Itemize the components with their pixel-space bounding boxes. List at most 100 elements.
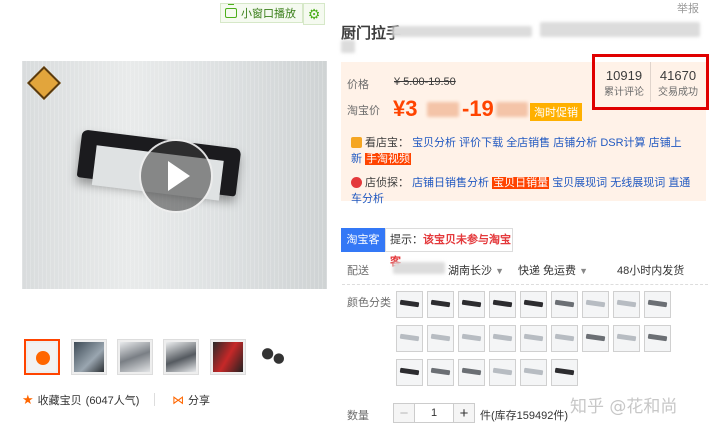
divider (154, 393, 155, 406)
sku-option[interactable] (582, 291, 609, 318)
tv-icon (225, 4, 237, 18)
taoke-tip: 提示：该宝贝未参与淘宝客 (385, 228, 513, 268)
tool-link[interactable]: 宝贝分析 (412, 137, 456, 149)
sku-option[interactable] (644, 291, 671, 318)
tool-link[interactable]: 店铺分析 (553, 137, 597, 149)
seller-tools-row: 看店宝： 宝贝分析 评价下载 全店销售 店铺分析 DSR计算 店铺上新 手淘视频 (351, 135, 691, 167)
sku-option[interactable] (644, 325, 671, 352)
video-tag[interactable]: 手淘视频 (365, 153, 412, 165)
price-label: 价格 (347, 79, 369, 91)
chevron-down-icon: ▼ (579, 266, 589, 276)
sku-option[interactable] (551, 325, 578, 352)
daily-sales-link[interactable]: 宝贝日销量 (492, 177, 550, 189)
sales-label: 交易成功 (658, 87, 698, 98)
thumbnail-video[interactable] (24, 339, 60, 375)
sku-option[interactable] (613, 291, 640, 318)
shop-tool-icon (351, 137, 362, 148)
quantity-stepper: − 1 + (393, 403, 475, 423)
divider (342, 284, 708, 286)
stat-divider (650, 62, 651, 102)
thumbnail-6[interactable] (256, 339, 292, 375)
sku-option[interactable] (520, 291, 547, 318)
increment-button[interactable]: + (453, 403, 475, 423)
sku-option[interactable] (582, 325, 609, 352)
sku-option[interactable] (551, 359, 578, 386)
sku-option[interactable] (489, 359, 516, 386)
favorite-label: 收藏宝贝 (37, 395, 82, 407)
sku-option[interactable] (489, 325, 516, 352)
tb-price-left: ¥3 (393, 96, 418, 121)
tool-link[interactable]: 无线展现词 (610, 177, 665, 189)
delivery-location[interactable]: 湖南长沙 ▼ (448, 262, 504, 278)
price-redacted (427, 102, 459, 117)
shop-detective-row: 店侦探： 店铺日销售分析 宝贝日销量 宝贝展现词 无线展现词 直通车分析 (351, 175, 691, 207)
ship-time: 48小时内发货 (617, 265, 685, 277)
product-video[interactable] (22, 61, 327, 289)
detective-prefix: 店侦探： (365, 177, 409, 189)
decrement-button[interactable]: − (393, 403, 415, 423)
sku-label: 颜色分类 (347, 297, 391, 309)
title-redacted (392, 26, 532, 37)
reviews-count: 10919 (605, 68, 643, 83)
sales-count: 41670 (659, 68, 697, 83)
share-label: 分享 (188, 395, 210, 407)
express-text: 快递 免运费 (518, 265, 577, 277)
settings-button[interactable]: ⚙ (303, 3, 325, 25)
sku-option[interactable] (396, 359, 423, 386)
sku-option[interactable] (458, 325, 485, 352)
tool-link[interactable]: 评价下载 (459, 137, 503, 149)
tb-price-right: -19 (462, 96, 494, 121)
thumbnail-5[interactable] (210, 339, 246, 375)
taoke-tip-prefix: 提示： (390, 234, 423, 246)
detective-icon (351, 177, 362, 188)
tool-link[interactable]: 店铺日销售分析 (412, 177, 489, 189)
stock-text: 件(库存159492件) (480, 410, 569, 422)
taoke-tab[interactable]: 淘宝客 (341, 228, 385, 252)
sku-option[interactable] (427, 325, 454, 352)
original-price: ¥ 5.00-19.50 (394, 76, 456, 88)
origin-redacted (393, 262, 445, 274)
title-redacted-2 (540, 22, 700, 37)
favorite-button[interactable]: ★ 收藏宝贝 (6047人气) (22, 392, 139, 408)
quantity-input[interactable]: 1 (415, 403, 453, 423)
thumbnail-2[interactable] (71, 339, 107, 375)
sku-option[interactable] (613, 325, 640, 352)
seller-tools-prefix: 看店宝： (365, 137, 409, 149)
tb-price-label: 淘宝价 (347, 105, 380, 117)
sku-option[interactable] (396, 325, 423, 352)
sku-option[interactable] (427, 291, 454, 318)
sku-option[interactable] (520, 325, 547, 352)
sku-option[interactable] (458, 291, 485, 318)
express-fee: 快递 免运费 ▼ (518, 262, 588, 278)
delivery-label: 配送 (347, 265, 369, 277)
sku-option[interactable] (520, 359, 547, 386)
tool-link[interactable]: 宝贝展现词 (552, 177, 607, 189)
play-icon[interactable] (139, 139, 213, 213)
sku-option[interactable] (396, 291, 423, 318)
thumbnail-4[interactable] (163, 339, 199, 375)
gear-icon: ⚙ (307, 5, 321, 22)
star-icon: ★ (22, 392, 34, 407)
share-button[interactable]: ⋈ 分享 (172, 392, 210, 408)
thumbnail-3[interactable] (117, 339, 153, 375)
sku-option[interactable] (458, 359, 485, 386)
reviews-stat[interactable]: 10919 累计评论 (600, 68, 648, 98)
quantity-label: 数量 (347, 410, 369, 422)
tool-link[interactable]: DSR计算 (600, 137, 645, 149)
chevron-down-icon: ▼ (495, 266, 504, 276)
report-link[interactable]: 举报 (677, 0, 699, 16)
price-redacted-2 (496, 102, 528, 117)
promo-badge: 淘时促销 (530, 103, 582, 121)
reviews-label: 累计评论 (604, 87, 644, 98)
sales-stat[interactable]: 41670 交易成功 (653, 68, 703, 98)
location-text: 湖南长沙 (448, 265, 492, 277)
sku-option[interactable] (489, 291, 516, 318)
sku-option[interactable] (427, 359, 454, 386)
mini-window-play-button[interactable]: 小窗口播放 (220, 3, 303, 23)
tool-link[interactable]: 全店销售 (506, 137, 550, 149)
watermark: 知乎 @花和尚 (570, 397, 678, 417)
share-icon: ⋈ (172, 393, 184, 407)
mini-window-label: 小窗口播放 (241, 8, 296, 20)
favorite-count: (6047人气) (85, 395, 140, 407)
sku-option[interactable] (551, 291, 578, 318)
